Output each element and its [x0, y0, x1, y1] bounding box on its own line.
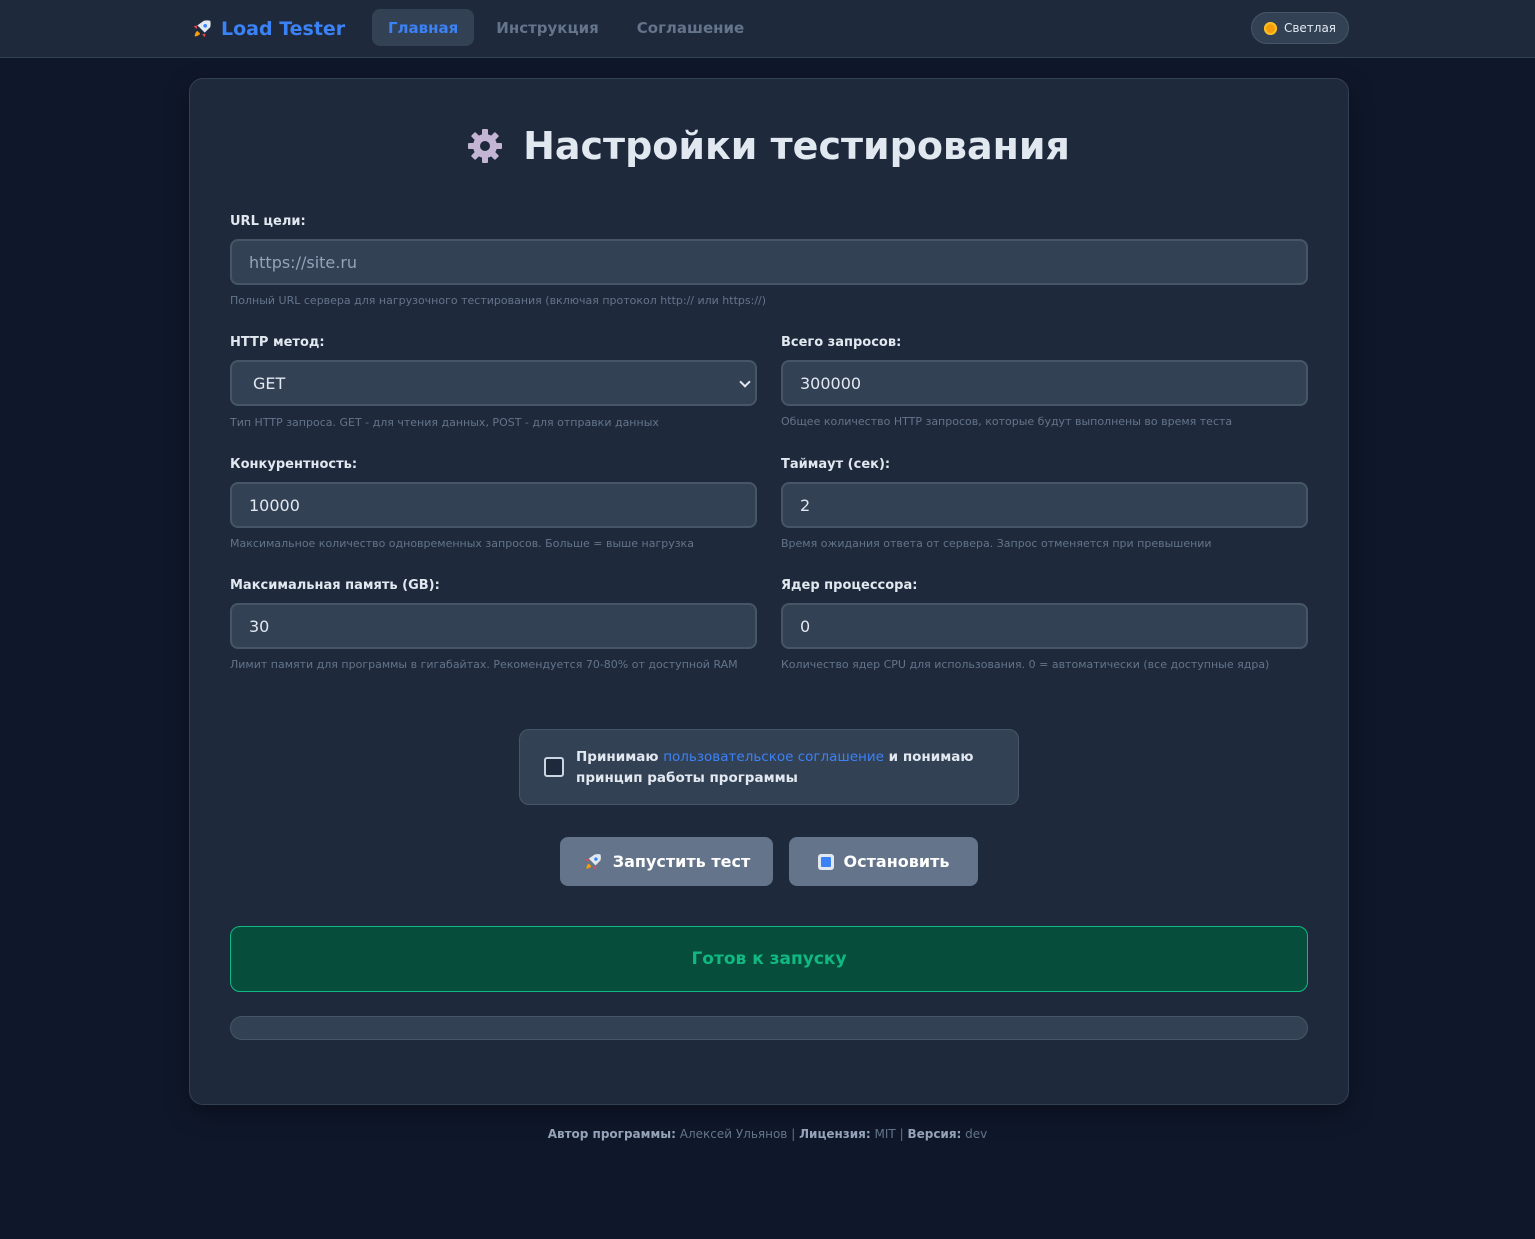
total-requests-hint: Общее количество HTTP запросов, которые … [781, 415, 1233, 428]
stop-button[interactable]: Остановить [789, 837, 978, 886]
timeout-label: Таймаут (сек): [781, 457, 891, 472]
timeout-input[interactable]: 2 [781, 482, 1308, 528]
status-text: Готов к запуску [691, 949, 847, 969]
main-nav: Главная Инструкция Соглашение [372, 9, 760, 46]
stop-icon [817, 853, 834, 870]
url-placeholder: https://site.ru [249, 252, 358, 272]
total-requests-input[interactable]: 300000 [781, 360, 1308, 406]
brand-logo[interactable]: Load Tester [191, 16, 345, 42]
total-requests-label: Всего запросов: [781, 335, 902, 350]
method-select-value: GET [253, 373, 286, 393]
theme-toggle-button[interactable]: Светлая [1251, 12, 1349, 44]
memory-label: Максимальная память (GB): [230, 578, 440, 593]
sun-icon [1263, 21, 1277, 35]
nav-item-instructions[interactable]: Инструкция [480, 9, 614, 46]
footer-license-label: Лицензия: [799, 1127, 871, 1141]
timeout-hint: Время ожидания ответа от сервера. Запрос… [781, 537, 1212, 550]
theme-toggle-label: Светлая [1283, 21, 1337, 35]
rocket-icon [585, 853, 601, 869]
memory-value: 30 [249, 616, 270, 636]
footer-separator: | [791, 1127, 796, 1141]
method-select[interactable]: GET [230, 360, 757, 406]
url-label: URL цели: [230, 214, 306, 229]
cpu-cores-label: Ядер процессора: [781, 578, 918, 593]
concurrency-input[interactable]: 10000 [230, 482, 757, 528]
nav-item-agreement[interactable]: Соглашение [621, 9, 760, 46]
progress-bar [230, 1016, 1308, 1040]
status-panel: Готов к запуску [230, 926, 1308, 992]
footer-author: Алексей Ульянов [679, 1127, 788, 1141]
nav-item-home[interactable]: Главная [372, 9, 475, 46]
footer-license: MIT [874, 1127, 896, 1141]
cpu-cores-hint: Количество ядер CPU для использования. 0… [781, 658, 1270, 671]
agreement-link[interactable]: пользовательское соглашение [663, 749, 884, 765]
agreement-checkbox[interactable] [544, 757, 564, 777]
stop-label: Остановить [843, 852, 950, 871]
timeout-value: 2 [800, 495, 811, 515]
footer-version: dev [965, 1127, 988, 1141]
footer: Автор программы: Алексей Ульянов | Лицен… [0, 1127, 1535, 1141]
page-title-text: Настройки тестирования [523, 124, 1070, 168]
url-input[interactable]: https://site.ru [230, 239, 1308, 285]
total-requests-value: 300000 [800, 373, 862, 393]
concurrency-hint: Максимальное количество одновременных за… [230, 537, 694, 550]
footer-separator: | [899, 1127, 904, 1141]
top-navbar: Load Tester Главная Инструкция Соглашени… [0, 0, 1535, 58]
concurrency-value: 10000 [249, 495, 300, 515]
memory-hint: Лимит памяти для программы в гигабайтах.… [230, 658, 738, 671]
concurrency-label: Конкурентность: [230, 457, 358, 472]
start-test-label: Запустить тест [612, 852, 751, 871]
start-test-button[interactable]: Запустить тест [560, 837, 773, 886]
cpu-cores-input[interactable]: 0 [781, 603, 1308, 649]
agreement-box: Принимаю пользовательское соглашение и п… [519, 729, 1019, 805]
chevron-down-icon [739, 376, 751, 388]
rocket-icon [193, 20, 211, 38]
method-label: HTTP метод: [230, 335, 325, 350]
gear-icon [468, 129, 503, 163]
brand-name: Load Tester [221, 18, 346, 40]
footer-version-label: Версия: [907, 1127, 962, 1141]
cpu-cores-value: 0 [800, 616, 811, 636]
method-hint: Тип HTTP запроса. GET - для чтения данны… [230, 416, 659, 429]
memory-input[interactable]: 30 [230, 603, 757, 649]
agreement-text: Принимаю пользовательское соглашение и п… [576, 747, 976, 789]
footer-author-label: Автор программы: [547, 1127, 676, 1141]
page-title: Настройки тестирования [0, 124, 1535, 168]
agreement-text-before: Принимаю [576, 749, 664, 765]
url-hint: Полный URL сервера для нагрузочного тест… [230, 294, 767, 307]
